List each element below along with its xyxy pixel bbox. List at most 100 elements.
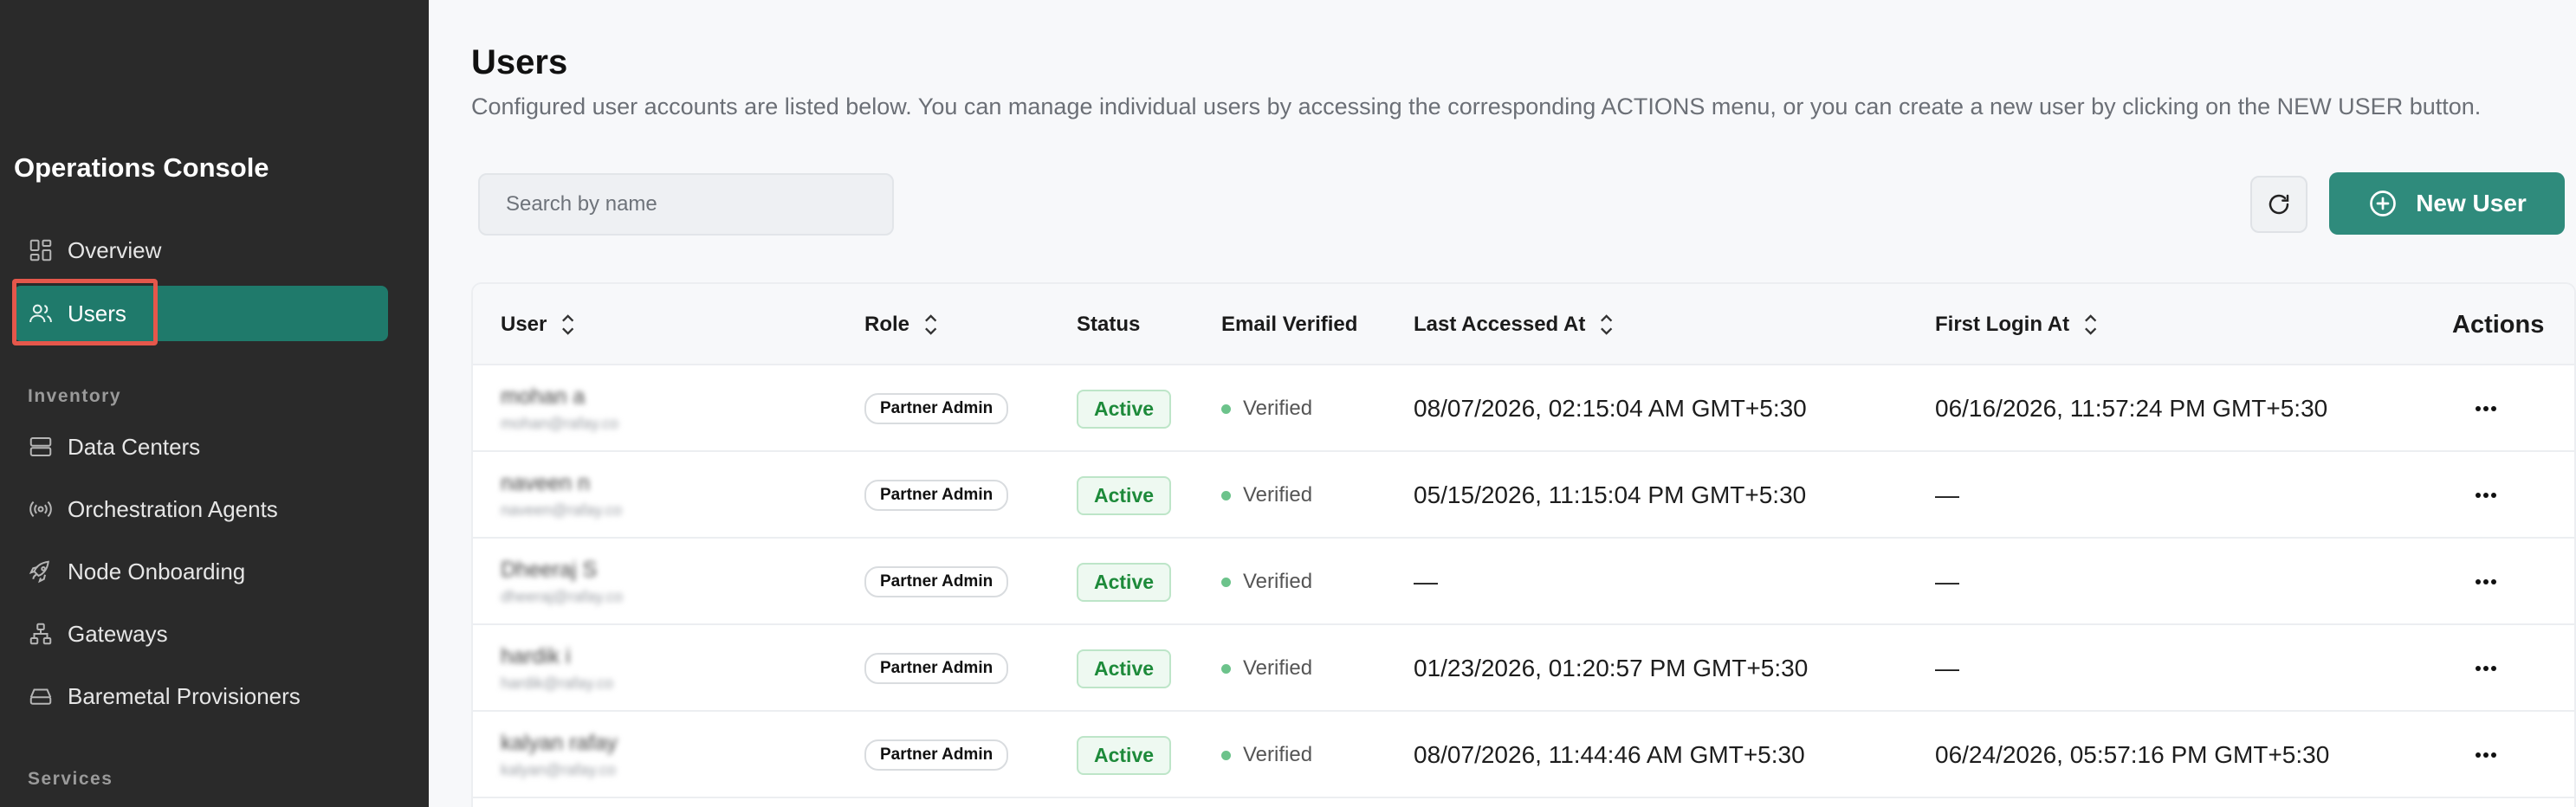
status-dot	[1221, 750, 1231, 760]
section-label-services: Services	[28, 769, 113, 789]
sidebar-item-label: Orchestration Agents	[68, 495, 278, 522]
sidebar-item-data-centers[interactable]: Data Centers	[14, 419, 388, 475]
email-verified: Verified	[1221, 625, 1312, 712]
table-row: Dheeraj S dheeraj@rafay.co Partner Admin…	[473, 539, 2574, 625]
broadcast-icon	[26, 494, 55, 524]
section-label-inventory: Inventory	[28, 386, 122, 406]
main-content: Users Configured user accounts are liste…	[429, 0, 2576, 807]
last-accessed-at: 05/15/2026, 11:15:04 PM GMT+5:30	[1414, 481, 1807, 508]
column-header-last-accessed[interactable]: Last Accessed At	[1414, 284, 1615, 365]
user-cell: hardik i hardik@rafay.co	[501, 625, 613, 712]
row-actions-button[interactable]	[2467, 649, 2505, 688]
refresh-button[interactable]	[2250, 176, 2307, 233]
last-accessed-at: —	[1414, 568, 1438, 595]
sidebar-item-gateways[interactable]: Gateways	[14, 606, 388, 662]
table-row: kalyan rafay kalyan@rafay.co Partner Adm…	[473, 712, 2574, 798]
user-email: kalyan@rafay.co	[501, 761, 616, 778]
first-login-at: 06/16/2026, 11:57:24 PM GMT+5:30	[1935, 395, 2328, 422]
role-badge: Partner Admin	[864, 739, 1009, 771]
hard-drive-icon	[26, 681, 55, 711]
user-email: dheeraj@rafay.co	[501, 588, 624, 605]
table-row: mohan a mohan@rafay.co Partner Admin Act…	[473, 365, 2574, 452]
search-input[interactable]	[478, 173, 894, 236]
sidebar-item-label: Gateways	[68, 620, 168, 647]
role-badge: Partner Admin	[864, 393, 1009, 424]
user-name: hardik i	[501, 644, 571, 668]
user-email: hardik@rafay.co	[501, 675, 613, 692]
row-actions-button[interactable]	[2467, 736, 2505, 774]
sort-icon	[1599, 313, 1615, 336]
column-header-email-verified: Email Verified	[1221, 313, 1358, 336]
table-row: hardik i hardik@rafay.co Partner Admin A…	[473, 625, 2574, 712]
user-cell: mohan a mohan@rafay.co	[501, 365, 618, 452]
user-cell: Dheeraj S dheeraj@rafay.co	[501, 539, 623, 625]
email-verified: Verified	[1221, 712, 1312, 798]
first-login-at: 06/24/2026, 05:57:16 PM GMT+5:30	[1935, 741, 2330, 768]
user-name: Dheeraj S	[501, 558, 598, 582]
role-badge: Partner Admin	[864, 566, 1009, 597]
refresh-icon	[2266, 191, 2292, 217]
grid-icon	[26, 236, 55, 265]
email-verified: Verified	[1221, 365, 1312, 452]
app-brand: Operations Console	[14, 152, 269, 183]
user-name: mohan a	[501, 384, 586, 409]
sidebar-item-label: Overview	[68, 236, 162, 263]
sort-icon	[923, 313, 939, 336]
rocket-icon	[26, 557, 55, 586]
last-accessed-at: 08/07/2026, 02:15:04 AM GMT+5:30	[1414, 395, 1807, 422]
user-email: naveen@rafay.co	[501, 501, 623, 519]
sidebar-item-label: Users	[68, 300, 126, 326]
email-verified: Verified	[1221, 452, 1312, 539]
last-accessed-at: 01/23/2026, 01:20:57 PM GMT+5:30	[1414, 655, 1809, 681]
sidebar-item-overview[interactable]: Overview	[14, 223, 388, 278]
column-header-status: Status	[1077, 313, 1141, 336]
status-badge: Active	[1077, 649, 1172, 688]
sort-icon	[560, 313, 576, 336]
network-icon	[26, 619, 55, 649]
users-table: User Role Status Email Verified Last Acc…	[471, 282, 2576, 807]
user-name: naveen n	[501, 471, 590, 495]
status-dot	[1221, 577, 1231, 587]
role-badge: Partner Admin	[864, 653, 1009, 684]
user-name: kalyan rafay	[501, 731, 618, 755]
column-header-first-login[interactable]: First Login At	[1935, 284, 2099, 365]
first-login-at: —	[1935, 568, 1959, 595]
status-badge: Active	[1077, 562, 1172, 602]
new-user-label: New User	[2416, 190, 2527, 216]
table-row: naveen n naveen@rafay.co Partner Admin A…	[473, 452, 2574, 539]
sidebar-item-label: Node Onboarding	[68, 558, 246, 584]
sidebar-item-orchestration-agents[interactable]: Orchestration Agents	[14, 481, 388, 537]
user-cell: kalyan rafay kalyan@rafay.co	[501, 712, 618, 798]
sidebar-item-label: Data Centers	[68, 433, 201, 460]
sidebar-item-users[interactable]: Users	[14, 286, 388, 341]
page-description: Configured user accounts are listed belo…	[471, 94, 2482, 119]
new-user-button[interactable]: New User	[2329, 172, 2565, 235]
sidebar-item-label: Baremetal Provisioners	[68, 682, 301, 709]
status-badge: Active	[1077, 475, 1172, 515]
status-dot	[1221, 490, 1231, 500]
status-dot	[1221, 663, 1231, 674]
user-cell: naveen n naveen@rafay.co	[501, 452, 622, 539]
user-email: mohan@rafay.co	[501, 415, 619, 432]
table-header: User Role Status Email Verified Last Acc…	[473, 284, 2574, 365]
sidebar: Operations Console Overview Users Invent…	[0, 0, 429, 807]
sort-icon	[2083, 313, 2099, 336]
first-login-at: —	[1935, 481, 1959, 508]
column-header-user[interactable]: User	[501, 284, 576, 365]
row-actions-button[interactable]	[2467, 390, 2505, 428]
first-login-at: —	[1935, 655, 1959, 681]
status-badge: Active	[1077, 735, 1172, 775]
plus-circle-icon	[2367, 188, 2398, 219]
last-accessed-at: 08/07/2026, 11:44:46 AM GMT+5:30	[1414, 741, 1805, 768]
column-header-role[interactable]: Role	[864, 284, 939, 365]
email-verified: Verified	[1221, 539, 1312, 625]
role-badge: Partner Admin	[864, 480, 1009, 511]
column-header-actions: Actions	[2452, 310, 2545, 339]
page-title: Users	[471, 43, 568, 81]
row-actions-button[interactable]	[2467, 563, 2505, 601]
status-badge: Active	[1077, 389, 1172, 429]
sidebar-item-node-onboarding[interactable]: Node Onboarding	[14, 544, 388, 599]
row-actions-button[interactable]	[2467, 476, 2505, 514]
sidebar-item-baremetal-provisioners[interactable]: Baremetal Provisioners	[14, 668, 388, 724]
users-icon	[26, 299, 55, 328]
